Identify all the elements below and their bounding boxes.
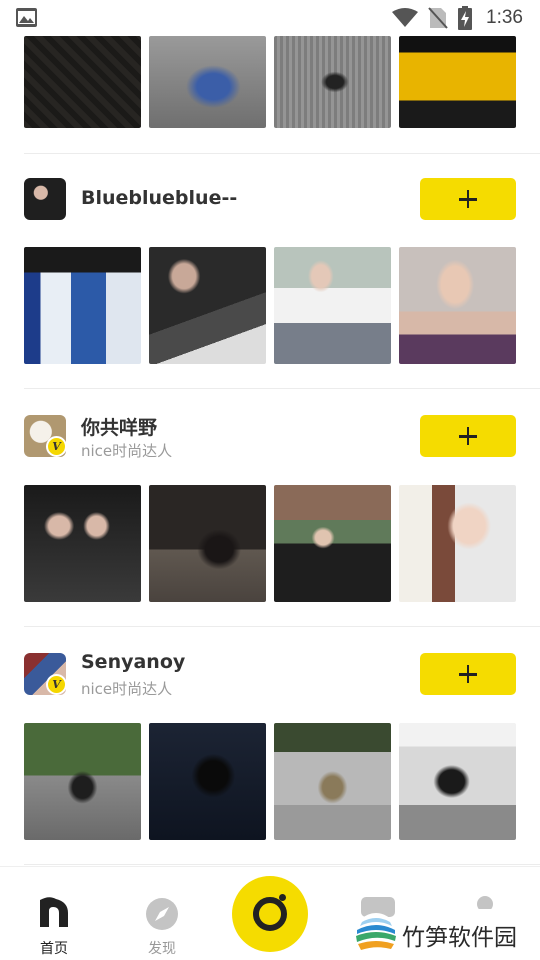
- post-photo[interactable]: [274, 36, 391, 128]
- post-photo[interactable]: [24, 485, 141, 602]
- home-icon: [40, 897, 68, 927]
- camera-button[interactable]: [232, 876, 308, 952]
- divider: [24, 864, 540, 865]
- tab-discover-label: 发现: [148, 941, 176, 957]
- user-feed[interactable]: Blueblueblue-- V 你共咩野 nice时尚达人 V Senyano…: [0, 36, 540, 866]
- username[interactable]: 你共咩野: [81, 413, 157, 440]
- post-photo[interactable]: [399, 723, 516, 840]
- post-photo[interactable]: [274, 247, 391, 364]
- photo-row: [24, 36, 516, 128]
- post-photo[interactable]: [149, 36, 266, 128]
- avatar[interactable]: [24, 178, 66, 220]
- photo-row: [24, 723, 516, 840]
- follow-button[interactable]: [420, 415, 516, 457]
- post-photo[interactable]: [149, 723, 266, 840]
- battery-charging-icon: [458, 6, 472, 30]
- verified-badge-icon: V: [46, 436, 67, 457]
- watermark-text: 竹笋软件园: [402, 925, 517, 951]
- watermark: 竹笋软件园: [352, 910, 540, 960]
- user-row[interactable]: Blueblueblue--: [24, 178, 516, 220]
- verified-badge-icon: V: [46, 674, 67, 695]
- post-photo[interactable]: [24, 36, 141, 128]
- user-subtitle: nice时尚达人: [81, 442, 173, 460]
- post-photo[interactable]: [274, 485, 391, 602]
- divider: [24, 388, 540, 389]
- camera-icon: [253, 897, 287, 931]
- user-row[interactable]: V 你共咩野 nice时尚达人: [24, 413, 516, 460]
- username[interactable]: Blueblueblue--: [81, 187, 237, 209]
- status-time: 1:36: [486, 7, 523, 28]
- profile-icon: [477, 896, 493, 909]
- image-icon: [16, 8, 37, 27]
- bamboo-logo-icon: [355, 913, 397, 955]
- avatar[interactable]: V: [24, 415, 67, 457]
- post-photo[interactable]: [399, 485, 516, 602]
- post-photo[interactable]: [399, 247, 516, 364]
- divider: [24, 626, 540, 627]
- avatar[interactable]: V: [24, 653, 67, 695]
- post-photo[interactable]: [149, 247, 266, 364]
- divider: [24, 153, 540, 154]
- status-bar: 1:36: [0, 0, 540, 36]
- follow-button[interactable]: [420, 178, 516, 220]
- post-photo[interactable]: [149, 485, 266, 602]
- photo-row: [24, 247, 516, 364]
- post-photo[interactable]: [24, 247, 141, 364]
- compass-icon: [146, 898, 178, 930]
- wifi-icon: [392, 8, 418, 27]
- user-subtitle: nice时尚达人: [81, 680, 173, 698]
- photo-row: [24, 485, 516, 602]
- post-photo[interactable]: [24, 723, 141, 840]
- tab-home-label: 首页: [40, 941, 68, 957]
- no-sim-icon: [428, 7, 448, 29]
- tab-discover[interactable]: 发现: [117, 867, 207, 960]
- username[interactable]: Senyanoy: [81, 651, 185, 673]
- post-photo[interactable]: [274, 723, 391, 840]
- tab-home[interactable]: 首页: [9, 867, 99, 960]
- post-photo[interactable]: [399, 36, 516, 128]
- follow-button[interactable]: [420, 653, 516, 695]
- user-row[interactable]: V Senyanoy nice时尚达人: [24, 651, 516, 698]
